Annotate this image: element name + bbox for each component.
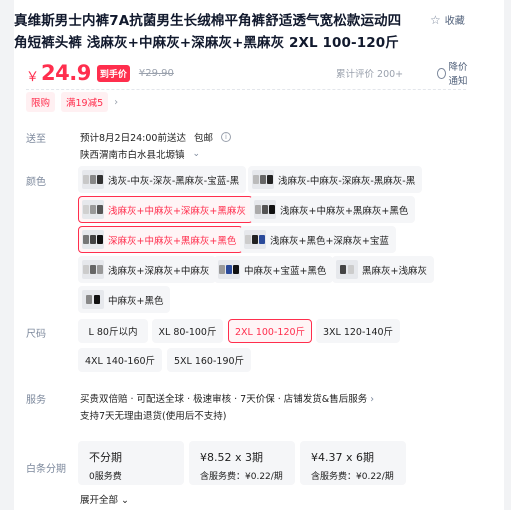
size-option[interactable]: 4XL 140-160斤 [78,348,162,372]
color-option[interactable]: 浅麻灰+黑色+深麻灰+宝蓝 [240,226,396,253]
color-option-label: 浅麻灰+黑色+深麻灰+宝蓝 [270,235,389,247]
current-price: 24.9 [41,61,91,85]
installment-title: 不分期 [89,451,122,464]
installment-option[interactable]: ¥4.37 x 6期 含服务费：¥0.22/期 [300,441,406,485]
shipping-estimate: 预计8月2日24:00前送达 包邮 i [80,130,231,144]
return-policy: 支持7天无理由退货(使用后不支持) [80,411,227,422]
product-title: 真维斯男士内裤7A抗菌男生长绒棉平角裤舒适透气宽松款运动四角短裤头裤 浅麻灰+中… [14,13,402,51]
price-drop-alert-label: 降价通知 [448,62,468,87]
color-option-label: 浅灰-中灰-深灰-黑麻灰-宝蓝-黑 [108,175,240,187]
delivery-address: 陕西渭南市白水县北塬镇 [80,150,185,161]
address-selector[interactable]: 陕西渭南市白水县北塬镇 ⌄ [80,147,200,161]
color-swatch-thumbnail [82,290,104,309]
promo-tag: 限购 [26,92,56,112]
service-label: 服务 [26,395,46,406]
promo-tag: 满19减5 [61,92,109,112]
final-price-badge: 到手价 [96,64,130,82]
color-option[interactable]: 浅麻灰+深麻灰+中麻灰 [78,256,217,283]
promo-tags[interactable]: 限购 满19减5 › [26,92,118,112]
color-swatch-thumbnail [254,200,276,219]
color-option[interactable]: 浅麻灰+中麻灰+黑麻灰+黑色 [250,196,416,223]
chevron-right-icon: › [370,394,375,405]
color-option-label: 深麻灰+中麻灰+黑麻灰+黑色 [108,235,237,247]
installment-fee: 含服务费：¥0.22/期 [200,472,283,482]
favorite-label: 收藏 [444,16,465,27]
shipping-label: 送至 [26,134,46,145]
color-swatch-thumbnail [82,230,104,249]
color-swatch-thumbnail [82,170,104,189]
color-option[interactable]: 中麻灰+宝蓝+黑色 [214,256,334,283]
color-option-label: 浅麻灰+深麻灰+中麻灰 [108,265,210,277]
color-option-selected[interactable]: 深麻灰+中麻灰+黑麻灰+黑色 [78,226,244,253]
size-label: 尺码 [26,329,46,340]
expand-all-label: 展开全部 [80,495,119,506]
size-option[interactable]: 3XL 120-140斤 [316,319,400,343]
chevron-down-icon: ⌄ [192,149,201,159]
color-swatch-thumbnail [82,260,104,279]
price-drop-alert-button[interactable]: 降价通知 [437,59,476,87]
postage-info: 包邮 [193,133,213,144]
color-option-label: 中麻灰+宝蓝+黑色 [244,265,327,277]
service-guarantees: 买贵双倍赔 · 可配送全球 · 极速审核 · 7天价保 · 店铺发货&售后服务 [80,394,368,405]
color-swatch-thumbnail [218,260,240,279]
color-swatch-thumbnail [244,230,266,249]
size-option[interactable]: XL 80-100斤 [152,319,223,343]
price-row: ￥ 24.9 到手价 ¥29.90 累计评价 200+ 降价通知 [26,59,476,87]
installment-option[interactable]: ¥8.52 x 3期 含服务费：¥0.22/期 [189,441,295,485]
original-price: ¥29.90 [138,67,174,79]
divider [26,89,466,90]
installment-label: 白条分期 [26,464,66,475]
color-option[interactable]: 黑麻灰+浅麻灰 [332,256,434,283]
chevron-right-icon: › [114,96,119,108]
delivery-estimate: 预计8月2日24:00前送达 [80,133,186,144]
color-label: 颜色 [26,177,46,188]
size-option[interactable]: L 80斤以内 [78,319,148,343]
color-option-label: 浅麻灰+中麻灰+深麻灰+黑麻灰 [108,205,246,217]
color-option-label: 中麻灰+黑色 [108,295,164,307]
installment-title: ¥8.52 x 3期 [200,451,263,464]
review-count[interactable]: 累计评价 200+ [336,66,403,80]
size-option[interactable]: 5XL 160-190斤 [167,348,251,372]
color-option[interactable]: 中麻灰+黑色 [78,286,171,313]
color-option-label: 黑麻灰+浅麻灰 [362,265,427,277]
chevron-down-icon: ⌄ [121,495,130,506]
star-icon: ☆ [430,12,441,27]
currency-symbol: ￥ [26,69,40,85]
installment-option[interactable]: 不分期 0服务费 [78,441,184,485]
expand-all-button[interactable]: 展开全部 ⌄ [80,492,129,506]
size-option-selected[interactable]: 2XL 100-120斤 [228,319,312,343]
installment-title: ¥4.37 x 6期 [311,451,374,464]
installment-fee: 0服务费 [89,472,122,482]
color-swatch-thumbnail [336,260,358,279]
installment-fee: 含服务费：¥0.22/期 [311,472,394,482]
favorite-button[interactable]: ☆ 收藏 [430,12,465,28]
color-swatch-thumbnail [252,170,274,189]
info-icon[interactable]: i [220,132,231,142]
color-option[interactable]: 浅灰-中灰-深灰-黑麻灰-宝蓝-黑 [78,166,247,193]
color-option-selected[interactable]: 浅麻灰+中麻灰+深麻灰+黑麻灰 [78,196,253,223]
alert-icon [437,67,446,79]
color-option[interactable]: 浅麻灰-中麻灰-深麻灰-黑麻灰-黑 [248,166,423,193]
service-list[interactable]: 买贵双倍赔 · 可配送全球 · 极速审核 · 7天价保 · 店铺发货&售后服务 … [80,391,374,405]
color-option-label: 浅麻灰-中麻灰-深麻灰-黑麻灰-黑 [278,175,416,187]
color-swatch-thumbnail [82,200,104,219]
color-option-label: 浅麻灰+中麻灰+黑麻灰+黑色 [280,205,409,217]
